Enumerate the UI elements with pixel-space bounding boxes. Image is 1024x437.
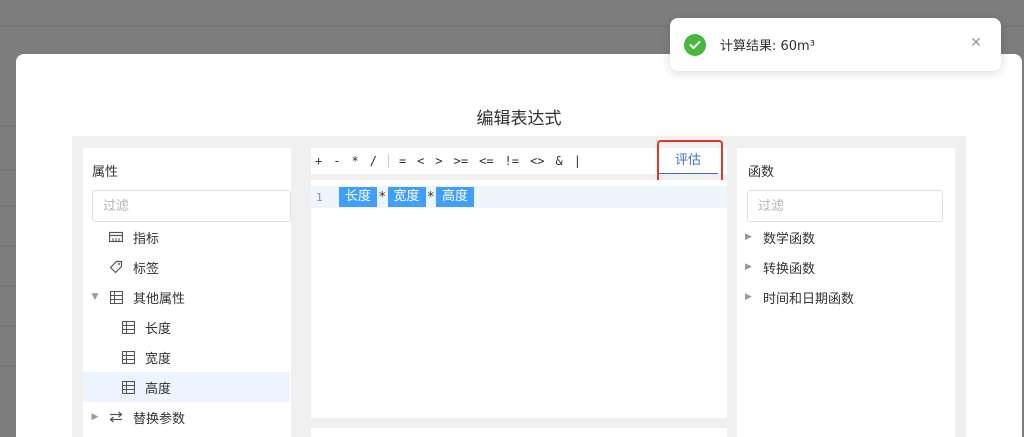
operator-equal-button[interactable]: = [399,154,406,168]
expression-operator: * [379,189,386,205]
operator-divide-button[interactable]: / [370,154,377,168]
success-check-icon [684,33,706,56]
tree-item-indicator[interactable]: 指标 [83,222,290,252]
tree-item-label: 其他属性 [133,291,186,307]
tree-item-label: 长度 [145,321,172,337]
operator-or-button[interactable]: | [574,154,581,168]
table-icon [121,350,135,364]
tree-item-other-attributes[interactable]: ▼ 其他属性 [83,282,290,312]
attributes-panel: 属性 指标 标签 ▼ 其他属性 [83,148,291,437]
functions-panel-title: 函数 [748,165,775,180]
operator-multiply-button[interactable]: * [351,154,358,168]
operator-minus-button[interactable]: - [333,154,340,168]
tree-item-label: 宽度 [145,351,172,367]
result-area [311,428,727,437]
attributes-filter-input[interactable] [92,190,291,222]
caret-right-icon[interactable]: ▶ [89,412,101,422]
tree-item-label: 替换参数 [133,411,186,427]
tree-item-label: 高度 [145,381,172,397]
edit-expression-dialog: 编辑表达式 属性 指标 标签 ▼ [16,54,1022,437]
close-icon[interactable]: ✕ [969,36,983,50]
table-icon [109,290,123,304]
operator-not-equal-button[interactable]: != [505,154,519,168]
tree-item-width[interactable]: 宽度 [83,342,290,372]
operator-greater-equal-button[interactable]: >= [454,154,468,168]
expression-token-height[interactable]: 高度 [436,187,475,207]
function-group-label: 转换函数 [763,261,816,277]
operator-less-equal-button[interactable]: <= [479,154,493,168]
attributes-panel-title: 属性 [92,165,119,180]
swap-icon [109,410,123,424]
function-group-conversion[interactable]: ▶ 转换函数 [737,252,955,282]
table-icon [121,320,135,334]
tree-item-height[interactable]: 高度 [83,372,290,402]
expression-editor[interactable]: 1 长度 * 宽度 * 高度 [311,180,727,418]
operator-diamond-button[interactable]: <> [530,154,544,168]
tree-item-label: 标签 [133,261,160,277]
success-toast: 计算结果: 60m³ ✕ [670,18,1001,71]
editor-line: 1 长度 * 宽度 * 高度 [311,186,727,208]
caret-right-icon[interactable]: ▶ [745,232,755,242]
operator-greater-button[interactable]: > [435,154,442,168]
operator-less-button[interactable]: < [417,154,424,168]
function-group-label: 数学函数 [763,231,816,247]
functions-panel: 函数 ▶ 数学函数 ▶ 转换函数 ▶ 时间和日期函数 [737,148,955,437]
function-group-label: 时间和日期函数 [763,291,855,307]
expression-operator: * [427,189,435,205]
tree-item-tag[interactable]: 标签 [83,252,290,282]
operator-and-button[interactable]: & [555,154,562,168]
function-group-math[interactable]: ▶ 数学函数 [737,222,955,252]
expression-workspace: 属性 指标 标签 ▼ 其他属性 [72,136,966,437]
table-icon [121,380,135,394]
tag-icon [109,260,123,274]
toast-message: 计算结果: 60m³ [720,39,815,54]
indicator-icon [109,230,123,244]
caret-right-icon[interactable]: ▶ [745,292,755,302]
function-group-datetime[interactable]: ▶ 时间和日期函数 [737,282,955,312]
functions-filter-input[interactable] [747,190,943,222]
dialog-title: 编辑表达式 [476,109,562,129]
tree-item-replace-params[interactable]: ▶ 替换参数 [83,402,290,432]
toolbar-divider [387,154,389,168]
caret-right-icon[interactable]: ▶ [745,262,755,272]
line-number: 1 [316,190,323,204]
tree-item-length[interactable]: 长度 [83,312,290,342]
expression-token-width[interactable]: 宽度 [387,187,426,207]
expression-token-length[interactable]: 长度 [339,187,378,207]
caret-down-icon[interactable]: ▼ [89,292,101,302]
tree-item-label: 指标 [133,231,160,247]
operator-plus-button[interactable]: + [315,154,322,168]
